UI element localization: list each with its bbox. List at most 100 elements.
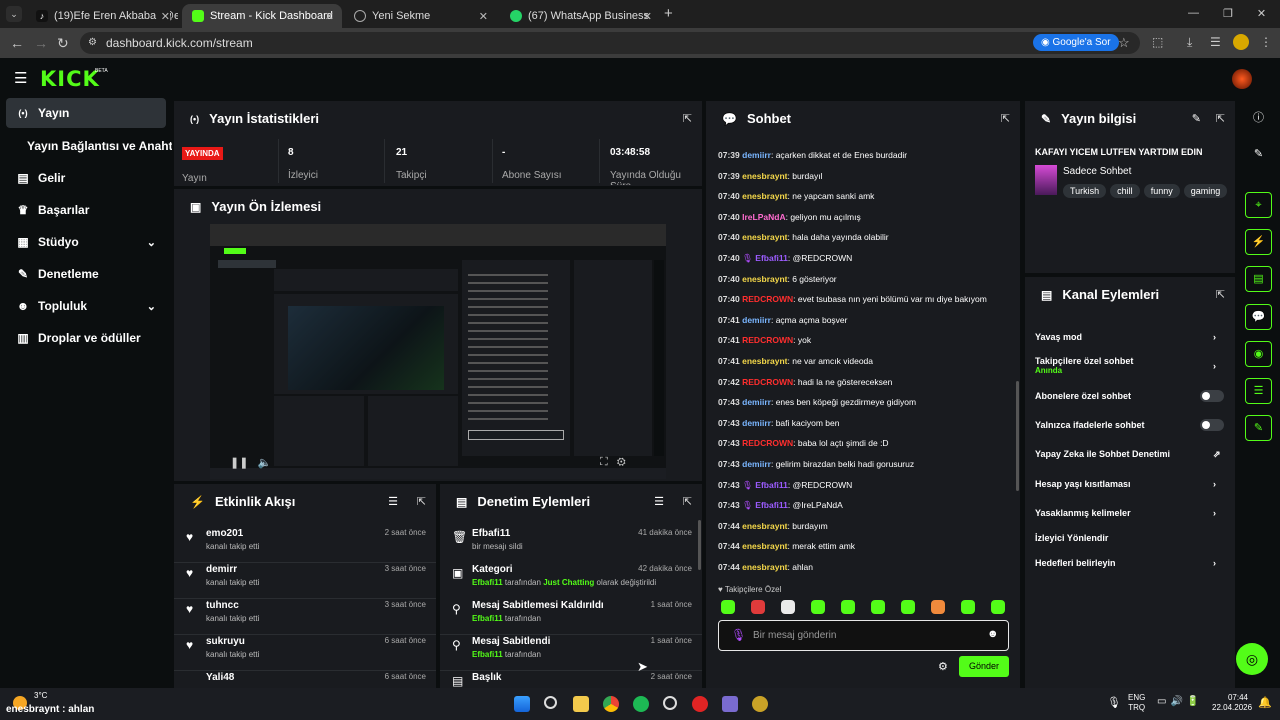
preview-toggle-icon[interactable]: ⌖ [1245,192,1272,218]
tag[interactable]: chill [1110,184,1140,198]
message-username[interactable]: Efbafi11 [755,253,788,263]
google-search-button[interactable]: ◉ Google'a Sor [1033,34,1119,51]
message-username[interactable]: demiirr [742,150,771,160]
notification-icon[interactable]: 🔔 [1258,696,1272,709]
filter-icon[interactable]: ☰ [654,495,664,508]
action-ai-moderation[interactable]: Yapay Zeka ile Sohbet Denetimi ⇗ [1035,449,1221,459]
browser-tab-tiktok[interactable]: ♪ (19)Efe Eren Akbaba (@efbafi) | ✕ [26,4,178,28]
sidebar-item-studio[interactable]: ▦ Stüdyo ⌄ [6,227,166,257]
emote-icon[interactable] [721,600,735,614]
sidebar-item-moderation[interactable]: ✎ Denetleme [6,259,166,289]
emote-icon[interactable] [751,600,765,614]
new-tab-button[interactable]: + [664,5,673,22]
close-window-icon[interactable]: ✕ [1257,7,1266,20]
popout-icon[interactable]: ⇱ [1216,112,1225,125]
activity-user[interactable]: tuhncc [206,600,239,611]
extensions-icon[interactable]: ⬚ [1152,35,1163,49]
pencil-icon[interactable]: ✎ [1245,142,1272,168]
microphone-icon[interactable]: 🎙 [1107,696,1121,709]
activity-user[interactable]: sukruyu [206,636,245,647]
emote-icon[interactable] [871,600,885,614]
message-username[interactable]: enesbraynt [742,274,787,284]
message-username[interactable]: Efbafi11 [755,480,788,490]
browser-tab-new[interactable]: Yeni Sekme ✕ [344,4,496,28]
message-username[interactable]: demiirr [742,459,771,469]
info-icon[interactable]: ⓘ [1245,106,1272,132]
tag[interactable]: gaming [1183,184,1228,198]
action-followers-only[interactable]: Takipçilere özel sohbet › Anında [1035,356,1216,375]
address-bar[interactable]: ⚙ dashboard.kick.com/stream [80,32,1140,54]
filter-icon[interactable]: ☰ [388,495,398,508]
chrome-icon[interactable] [603,696,619,712]
activity-user[interactable]: Yali48 [206,672,234,683]
message-username[interactable]: enesbraynt [742,232,787,242]
message-username[interactable]: enesbraynt [742,191,787,201]
message-username[interactable]: REDCROWN [742,438,793,448]
message-username[interactable]: demiirr [742,418,771,428]
close-icon[interactable]: ✕ [479,10,488,23]
message-username[interactable]: demiirr [742,315,771,325]
tag[interactable]: Turkish [1063,184,1107,198]
app-icon[interactable] [663,696,677,710]
microphone-icon[interactable]: 🎙 [731,628,746,642]
scrollbar[interactable] [698,520,701,570]
wrench-toggle-icon[interactable]: ✎ [1245,415,1272,441]
activity-user[interactable]: emo201 [206,528,243,539]
popout-icon[interactable]: ⇱ [417,495,426,508]
preview-fullscreen-icon[interactable]: ⛶ ⚙ [600,456,626,469]
subscribers-only-toggle[interactable] [1200,390,1224,402]
browser-menu-icon[interactable]: ⋮ [1260,35,1272,49]
message-username[interactable]: enesbraynt [742,541,787,551]
tag[interactable]: funny [1143,184,1180,198]
channel-actions-toggle-icon[interactable]: ☰ [1245,378,1272,404]
bookmark-star-icon[interactable]: ☆ [1118,35,1130,51]
message-username[interactable]: REDCROWN [742,377,793,387]
kick-logo[interactable]: KICK [40,67,100,91]
sidebar-item-revenue[interactable]: ▤ Gelir [6,163,166,193]
sidebar-item-drops[interactable]: ▥ Droplar ve ödüller [6,323,166,353]
category-name[interactable]: Sadece Sohbet [1063,166,1131,177]
windows-start-icon[interactable] [514,696,530,712]
sidebar-item-stream[interactable]: (•) Yayın [6,98,166,128]
popout-icon[interactable]: ⇱ [1216,288,1225,301]
moderation-toggle-icon[interactable]: ▤ [1245,266,1272,292]
chat-toggle-icon[interactable]: 💬 [1245,304,1272,330]
message-username[interactable]: enesbraynt [742,521,787,531]
popout-icon[interactable]: ⇱ [683,112,692,125]
sidebar-item-community[interactable]: ☻ Topluluk ⌄ [6,291,166,321]
chat-settings-icon[interactable]: ⚙ [938,660,948,673]
site-info-icon[interactable]: ⚙ [88,32,97,54]
browser-tab-whatsapp[interactable]: (67) WhatsApp Business ✕ [500,4,660,28]
action-emotes-only[interactable]: Yalnızca ifadelerle sohbet [1035,420,1145,430]
file-explorer-icon[interactable] [573,696,589,712]
minimize-icon[interactable]: — [1188,7,1199,20]
close-icon[interactable]: ✕ [325,10,334,23]
browser-tab-kick[interactable]: Stream - Kick Dashboard ✕ [182,4,342,28]
message-username[interactable]: REDCROWN [742,294,793,304]
message-username[interactable]: enesbraynt [742,562,787,572]
emote-icon[interactable] [781,600,795,614]
broadcast-toggle-icon[interactable]: ◉ [1245,341,1272,367]
lightning-toggle-icon[interactable]: ⚡ [1245,229,1272,255]
emote-icon[interactable] [991,600,1005,614]
forward-icon[interactable]: → [34,35,48,51]
reading-list-icon[interactable]: ☰ [1210,35,1221,49]
message-username[interactable]: Efbafi11 [755,500,788,510]
action-slow-mode[interactable]: Yavaş mod › [1035,332,1216,342]
maximize-icon[interactable]: ❐ [1223,7,1233,20]
back-icon[interactable]: ← [10,35,24,51]
message-username[interactable]: REDCROWN [742,335,793,345]
action-banned-words[interactable]: Yasaklanmış kelimeler › [1035,508,1216,518]
message-username[interactable]: enesbraynt [742,171,787,181]
spotify-icon[interactable] [633,696,649,712]
stream-preview-video[interactable]: ❚❚ 🔈 ⛶ ⚙ [210,224,666,479]
emote-icon[interactable] [841,600,855,614]
emote-icon[interactable] [901,600,915,614]
edit-pencil-icon[interactable]: ✎ [1192,112,1201,125]
action-raid[interactable]: İzleyici Yönlendir [1035,533,1108,543]
popout-icon[interactable]: ⇱ [1001,112,1010,125]
action-goals[interactable]: Hedefleri belirleyin › [1035,558,1216,568]
close-icon[interactable]: ✕ [643,10,652,23]
message-username[interactable]: IreLPaNdA [742,212,785,222]
emote-icon[interactable] [811,600,825,614]
